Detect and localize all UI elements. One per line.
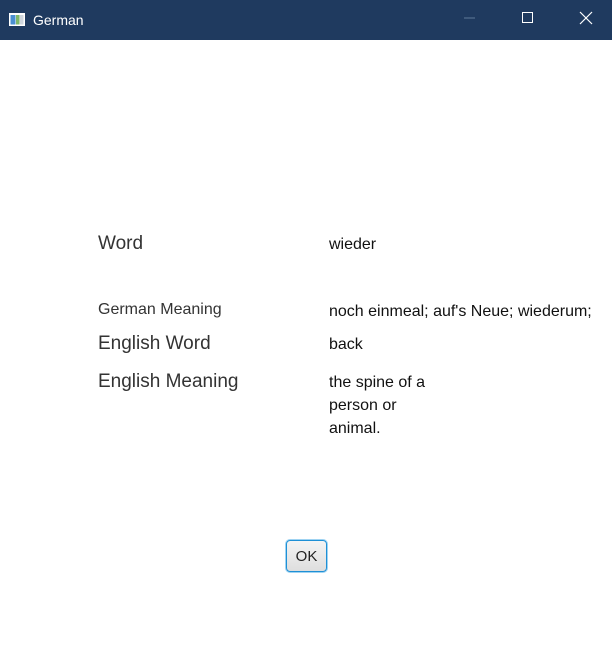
english-word-label: English Word — [98, 333, 211, 354]
dialog-window: German Word wieder German Meaning noch e… — [0, 0, 612, 660]
maximize-button[interactable] — [499, 0, 557, 40]
minimize-icon — [464, 11, 476, 29]
word-label: Word — [98, 233, 144, 254]
english-word-value: back — [329, 336, 363, 353]
window-title: German — [33, 12, 84, 28]
title-bar[interactable]: German — [0, 0, 612, 40]
ok-button[interactable]: OK — [286, 540, 327, 572]
app-window-icon — [9, 13, 25, 26]
english-meaning-value: the spine of a person or animal. — [329, 374, 426, 437]
minimize-button[interactable] — [441, 0, 499, 40]
german-meaning-label: German Meaning — [98, 301, 222, 318]
close-button[interactable] — [557, 0, 612, 40]
word-value: wieder — [329, 236, 377, 253]
english-meaning-label: English Meaning — [98, 371, 239, 392]
german-meaning-value: noch einmeal; auf's Neue; wiederum; — [329, 303, 592, 320]
maximize-icon — [522, 11, 534, 29]
close-icon — [579, 11, 593, 30]
